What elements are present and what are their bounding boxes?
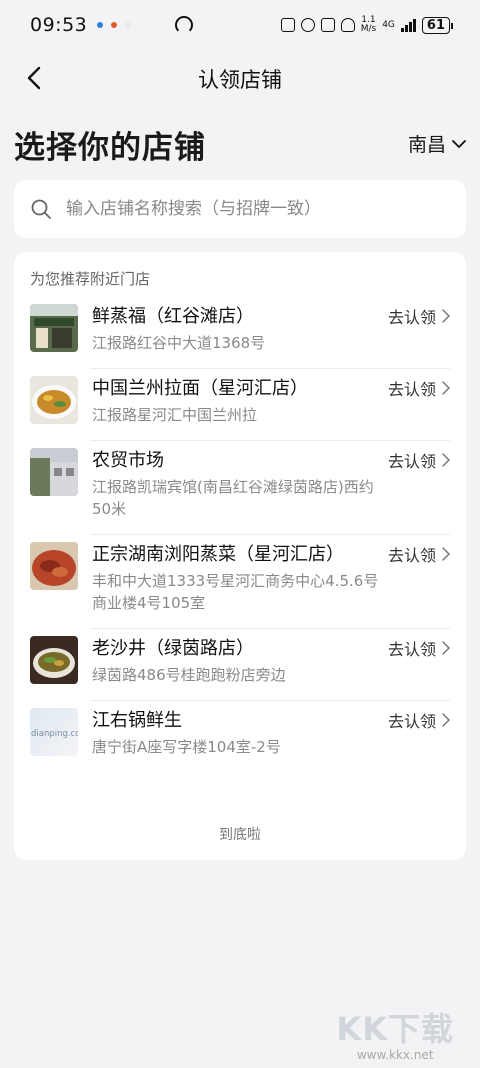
chevron-right-icon — [442, 547, 450, 561]
chevron-right-icon — [442, 453, 450, 467]
chevron-right-icon — [442, 713, 450, 727]
store-name: 江右锅鲜生 — [92, 710, 182, 731]
search-input[interactable] — [66, 199, 446, 219]
nav-bar: 认领店铺 — [0, 50, 480, 106]
store-address: 江报路红谷中大道1368号 — [92, 334, 266, 352]
bluetooth-icon — [320, 18, 335, 32]
battery-indicator: 61 — [421, 16, 454, 34]
store-item[interactable]: dianping.com 江右锅鲜生 唐宁街A座写字楼104室-2号 去认领 — [14, 700, 466, 772]
nfc-icon — [280, 18, 295, 32]
store-item[interactable]: 农贸市场 江报路凯瑞宾馆(南昌红谷滩绿茵路店)西约50米 去认领 — [14, 440, 466, 534]
page-header: 选择你的店铺 南昌 — [0, 118, 480, 168]
chevron-right-icon — [442, 309, 450, 323]
claim-button[interactable]: 去认领 — [388, 448, 450, 472]
mute-bell-icon — [340, 18, 355, 32]
store-thumbnail — [30, 376, 78, 424]
store-thumbnail — [30, 636, 78, 684]
claim-button[interactable]: 去认领 — [388, 304, 450, 328]
chevron-right-icon — [442, 381, 450, 395]
store-info: 中国兰州拉面（星河汇店） 江报路星河汇中国兰州拉 — [92, 376, 382, 426]
store-name: 农贸市场 — [92, 450, 164, 471]
store-thumbnail — [30, 304, 78, 352]
notification-icons — [97, 22, 132, 28]
store-name: 鲜蒸福（红谷滩店） — [92, 306, 254, 327]
app-notification-icon — [111, 22, 118, 28]
watermark-logo: KK下载 — [336, 1010, 454, 1048]
claim-button[interactable]: 去认领 — [388, 542, 450, 566]
store-address: 丰和中大道1333号星河汇商务中心4.5.6号商业楼4号105室 — [92, 572, 379, 612]
store-thumbnail — [30, 542, 78, 590]
store-name: 中国兰州拉面（星河汇店） — [92, 378, 308, 399]
store-item[interactable]: 正宗湖南浏阳蒸菜（星河汇店） 丰和中大道1333号星河汇商务中心4.5.6号商业… — [14, 534, 466, 628]
city-selector[interactable]: 南昌 — [408, 130, 466, 157]
claim-button[interactable]: 去认领 — [388, 636, 450, 660]
store-info: 正宗湖南浏阳蒸菜（星河汇店） 丰和中大道1333号星河汇商务中心4.5.6号商业… — [92, 542, 382, 614]
store-thumbnail: dianping.com — [30, 708, 78, 756]
city-label: 南昌 — [407, 134, 446, 156]
store-item[interactable]: 鲜蒸福（红谷滩店） 江报路红谷中大道1368号 去认领 — [14, 296, 466, 368]
status-right: 1.1 M/s 4G 61 — [280, 15, 454, 34]
store-name: 老沙井（绿茵路店） — [92, 638, 254, 659]
store-name: 正宗湖南浏阳蒸菜（星河汇店） — [92, 544, 344, 565]
store-list-card: 为您推荐附近门店 鲜蒸福（红谷滩店） 江报路红谷中大道1368号 去认领 中国兰… — [14, 252, 466, 860]
network-type: 4G — [382, 19, 395, 30]
page-title: 选择你的店铺 — [14, 130, 206, 166]
store-address: 绿茵路486号桂跑跑粉店旁边 — [92, 666, 286, 684]
app-notification-icon — [97, 22, 104, 28]
store-info: 老沙井（绿茵路店） 绿茵路486号桂跑跑粉店旁边 — [92, 636, 382, 686]
watermark: KK下载 www.kkx.net — [336, 1004, 454, 1062]
claim-button[interactable]: 去认领 — [388, 708, 450, 732]
status-bar: 09:53 1.1 M/s 4G 61 — [0, 0, 480, 50]
alarm-icon — [300, 18, 315, 32]
claim-label: 去认领 — [387, 546, 436, 565]
search-icon — [31, 199, 51, 219]
claim-label: 去认领 — [387, 308, 436, 327]
claim-button[interactable]: 去认领 — [388, 376, 450, 400]
store-address: 唐宁街A座写字楼104室-2号 — [92, 738, 281, 756]
net-speed: 1.1 M/s — [360, 15, 377, 34]
chevron-right-icon — [442, 641, 450, 655]
app-notification-icon — [125, 22, 132, 28]
search-bar[interactable] — [14, 180, 466, 238]
store-list: 鲜蒸福（红谷滩店） 江报路红谷中大道1368号 去认领 中国兰州拉面（星河汇店）… — [14, 296, 466, 772]
speedometer-icon — [175, 16, 194, 34]
watermark-url: www.kkx.net — [356, 1048, 434, 1062]
store-info: 农贸市场 江报路凯瑞宾馆(南昌红谷滩绿茵路店)西约50米 — [92, 448, 382, 520]
chevron-down-icon — [452, 139, 466, 148]
store-item[interactable]: 中国兰州拉面（星河汇店） 江报路星河汇中国兰州拉 去认领 — [14, 368, 466, 440]
store-info: 鲜蒸福（红谷滩店） 江报路红谷中大道1368号 — [92, 304, 382, 354]
store-item[interactable]: 老沙井（绿茵路店） 绿茵路486号桂跑跑粉店旁边 去认领 — [14, 628, 466, 700]
store-info: 江右锅鲜生 唐宁街A座写字楼104室-2号 — [92, 708, 382, 758]
section-label: 为您推荐附近门店 — [30, 270, 151, 288]
claim-label: 去认领 — [387, 452, 436, 471]
list-end-text: 到底啦 — [219, 827, 261, 843]
store-address: 江报路凯瑞宾馆(南昌红谷滩绿茵路店)西约50米 — [92, 478, 374, 518]
claim-label: 去认领 — [387, 380, 436, 399]
status-time: 09:53 — [30, 14, 88, 36]
claim-label: 去认领 — [387, 640, 436, 659]
signal-icon — [400, 18, 416, 32]
store-address: 江报路星河汇中国兰州拉 — [92, 406, 258, 424]
claim-label: 去认领 — [387, 712, 436, 731]
store-thumbnail — [30, 448, 78, 496]
nav-title: 认领店铺 — [198, 68, 282, 92]
thumbnail-text: dianping.com — [31, 729, 78, 739]
